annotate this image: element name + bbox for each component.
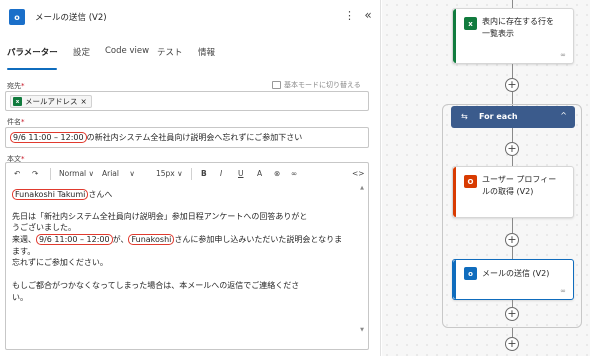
add-step-button[interactable]: + [505, 142, 519, 156]
font-family-select[interactable]: Arial ∨ [102, 169, 135, 178]
body-line: もしご都合がつかなくなってしまった場合は、本メールへの返信でご連絡くださ [12, 281, 300, 290]
outlook-icon: o [464, 267, 477, 280]
toolbar-divider [50, 168, 51, 180]
redo-icon[interactable]: ↷ [32, 169, 38, 178]
surname-highlight: Funakoshi [128, 234, 175, 245]
paragraph-style-select[interactable]: Normal ∨ [59, 169, 94, 178]
tab-parameters[interactable]: パラメーター [7, 46, 58, 58]
card-stripe [453, 9, 456, 63]
body-editor[interactable]: ↶ ↷ Normal ∨ Arial ∨ 15px ∨ B I U A ⊗ ∞ … [5, 162, 369, 350]
card-title: ユーザー プロフィー ルの取得 (V2) [482, 175, 557, 196]
loop-icon: ⇆ [461, 112, 468, 121]
more-options-icon[interactable]: ⋮ [344, 9, 355, 23]
card-stripe [453, 260, 456, 299]
add-step-button[interactable]: + [505, 233, 519, 247]
remove-token-icon[interactable]: × [81, 97, 87, 106]
undo-icon[interactable]: ↶ [14, 169, 20, 178]
rich-text-toolbar: ↶ ↷ Normal ∨ Arial ∨ 15px ∨ B I U A ⊗ ∞ … [10, 167, 370, 183]
subject-field[interactable]: 9/6 11:00 – 12:00 の新社内システム全社員向け説明会へ忘れずにご参… [5, 127, 369, 148]
tab-settings[interactable]: 設定 [73, 46, 90, 58]
active-tab-indicator [7, 68, 57, 70]
switch-mode-icon [272, 81, 281, 89]
highlight-button[interactable]: ⊗ [274, 169, 280, 178]
flow-connector [512, 0, 513, 8]
body-line: Funakoshi Takumi さんへ [12, 189, 112, 201]
link-icon: ∞ [560, 287, 566, 295]
tab-code-view[interactable]: Code view [105, 46, 149, 56]
link-icon[interactable]: ∞ [291, 169, 297, 178]
card-stripe [453, 167, 456, 217]
body-line: ます。 [12, 247, 36, 256]
tab-bar: パラメーター 設定 Code view テスト 情報 [0, 40, 381, 64]
date-highlight: 9/6 11:00 – 12:00 [36, 234, 113, 245]
to-label: 宛先* [7, 82, 25, 90]
card-list-rows[interactable]: x 表内に存在する行を 一覧表示 ∞ [452, 8, 574, 64]
flow-designer-canvas[interactable]: x 表内に存在する行を 一覧表示 ∞ + ⇆ For each ^ + O ユーザ… [382, 0, 590, 356]
add-step-button[interactable]: + [505, 307, 519, 321]
body-line: うございました。 [12, 223, 76, 232]
card-title: 表内に存在する行を 一覧表示 [482, 17, 554, 38]
add-step-button[interactable]: + [505, 337, 519, 351]
panel-title: メールの送信 (V2) [35, 13, 107, 23]
collapse-panel-icon[interactable]: « [362, 8, 374, 22]
subject-value: 9/6 11:00 – 12:00 の新社内システム全社員向け説明会へ忘れずにご参… [10, 132, 302, 143]
tab-test[interactable]: テスト [157, 46, 183, 58]
flow-connector [512, 247, 513, 259]
panel-header: o メールの送信 (V2) ⋮ « [0, 0, 381, 34]
flow-connector [512, 328, 513, 337]
font-color-button[interactable]: A [257, 169, 262, 178]
office-icon: O [464, 175, 477, 188]
email-token-label: メールアドレス [25, 97, 78, 106]
action-details-panel: o メールの送信 (V2) ⋮ « パラメーター 設定 Code view テス… [0, 0, 381, 356]
excel-icon: x [464, 17, 477, 30]
body-line: 忘れずにご参加ください。 [12, 258, 108, 267]
card-title: メールの送信 (V2) [482, 269, 550, 278]
outlook-icon: o [9, 9, 25, 25]
toolbar-divider [191, 168, 192, 180]
flow-connector [512, 300, 513, 307]
subject-rest: の新社内システム全社員向け説明会へ忘れずにご参加下さい [86, 133, 303, 142]
switch-mode-label: 基本モードに切り替える [284, 81, 361, 89]
email-token[interactable]: x メールアドレス × [10, 95, 92, 108]
add-step-button[interactable]: + [505, 78, 519, 92]
body-line: 来週、 9/6 11:00 – 12:00 が、 Funakoshi さんに参加申し込み… [12, 234, 343, 245]
flow-connector [512, 218, 513, 233]
flow-connector [512, 156, 513, 166]
foreach-header[interactable]: ⇆ For each ^ [451, 106, 575, 128]
font-size-select[interactable]: 15px ∨ [156, 169, 183, 178]
foreach-label: For each [479, 112, 518, 121]
scroll-down-arrow[interactable]: ▼ [360, 327, 364, 333]
bold-button[interactable]: B [201, 169, 207, 178]
code-view-icon[interactable]: <> [352, 169, 365, 178]
scroll-up-arrow[interactable]: ▲ [360, 185, 364, 191]
subject-label: 件名* [7, 118, 25, 126]
italic-button[interactable]: I [220, 169, 222, 178]
flow-connector [512, 128, 513, 142]
tab-about[interactable]: 情報 [198, 46, 215, 58]
link-icon: ∞ [560, 51, 566, 59]
underline-button[interactable]: U [238, 169, 244, 178]
to-field[interactable]: x メールアドレス × [5, 91, 369, 111]
body-line: い。 [12, 293, 28, 302]
recipient-name-highlight: Funakoshi Takumi [12, 189, 89, 200]
card-send-mail[interactable]: o メールの送信 (V2) ∞ [452, 259, 574, 300]
excel-icon: x [13, 97, 22, 106]
chevron-up-icon[interactable]: ^ [560, 111, 567, 120]
subject-date-highlight: 9/6 11:00 – 12:00 [10, 132, 87, 143]
flow-connector [512, 64, 513, 78]
card-get-user-profile[interactable]: O ユーザー プロフィー ルの取得 (V2) [452, 166, 574, 218]
body-line: 先日は「新社内システム全社員向け説明会」参加日程アンケートへの回答ありがと [12, 212, 308, 221]
switch-basic-mode-button[interactable]: 基本モードに切り替える [272, 80, 361, 90]
